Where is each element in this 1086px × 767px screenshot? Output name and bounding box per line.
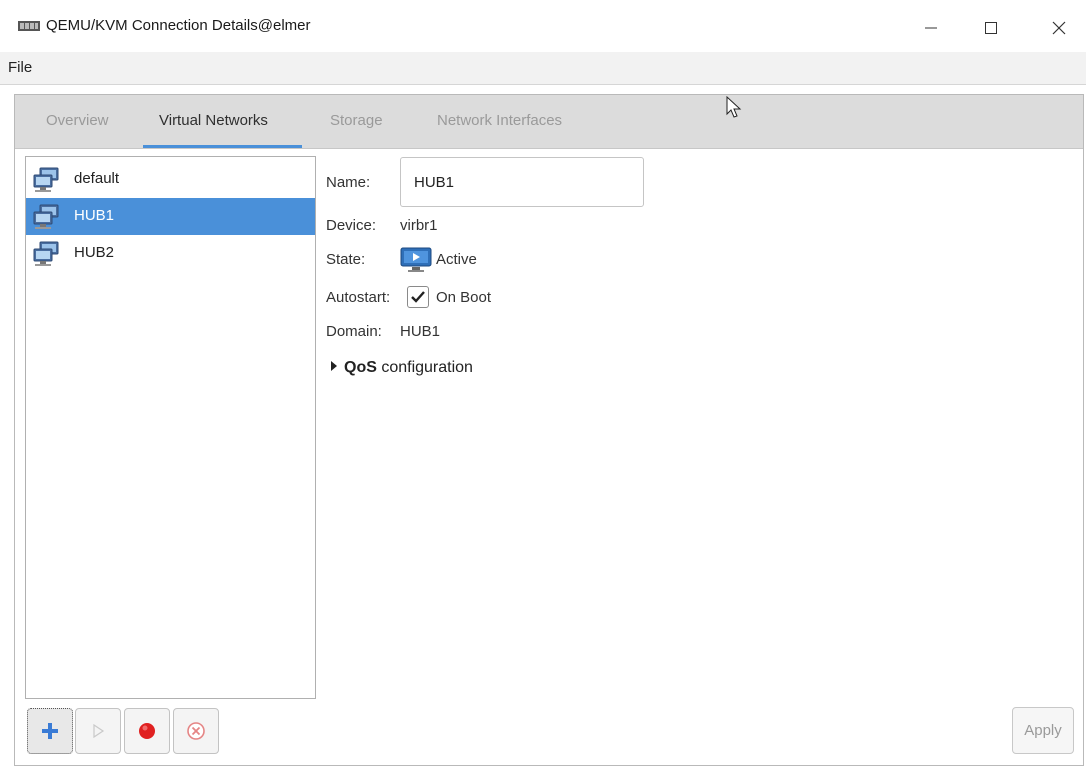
title-bar: QEMU/KVM Connection Details@elmer	[0, 0, 1086, 52]
add-icon	[42, 723, 58, 739]
qos-label-bold: QoS	[344, 359, 377, 376]
minimize-icon	[925, 27, 937, 29]
device-label: Device:	[326, 217, 377, 234]
maximize-button[interactable]	[968, 10, 1014, 46]
stop-network-button[interactable]	[124, 708, 170, 754]
domain-value: HUB1	[400, 323, 441, 340]
network-list-item-default[interactable]: default	[26, 161, 315, 198]
close-button[interactable]	[1036, 10, 1082, 46]
virt-manager-app-icon	[18, 21, 40, 31]
mouse-pointer-icon	[726, 96, 742, 118]
qos-label-rest: configuration	[376, 359, 473, 376]
qos-configuration-expander[interactable]: QoS configuration	[331, 359, 473, 377]
autostart-value: On Boot	[436, 289, 492, 306]
menu-bar: File	[0, 52, 1086, 85]
stop-record-icon	[139, 723, 155, 739]
autostart-checkbox[interactable]	[407, 286, 429, 308]
expander-arrow-icon	[331, 361, 337, 371]
state-running-icon	[400, 247, 432, 272]
network-list[interactable]: default HUB1 HUB2	[25, 156, 316, 699]
checkmark-icon	[411, 291, 425, 303]
apply-button[interactable]: Apply	[1012, 707, 1074, 754]
tab-network-interfaces[interactable]: Network Interfaces	[437, 112, 562, 129]
network-list-item-hub1[interactable]: HUB1	[26, 198, 315, 235]
delete-network-button[interactable]	[173, 708, 219, 754]
state-label: State:	[326, 251, 366, 268]
maximize-icon	[985, 22, 997, 34]
tab-virtual-networks[interactable]: Virtual Networks	[159, 112, 268, 129]
network-name: default	[74, 170, 120, 187]
name-field[interactable]	[400, 157, 644, 207]
active-tab-indicator	[143, 145, 302, 148]
name-label: Name:	[326, 174, 371, 191]
network-icon	[33, 204, 59, 229]
delete-icon	[187, 722, 205, 740]
minimize-button[interactable]	[908, 10, 954, 46]
menu-file[interactable]: File	[8, 59, 32, 76]
network-list-item-hub2[interactable]: HUB2	[26, 235, 315, 272]
connection-details-panel: Overview Virtual Networks Storage Networ…	[14, 94, 1084, 766]
start-network-button[interactable]	[75, 708, 121, 754]
domain-label: Domain:	[326, 323, 382, 340]
network-icon	[33, 241, 59, 266]
network-name: HUB2	[74, 244, 115, 261]
window-title: QEMU/KVM Connection Details@elmer	[46, 17, 311, 34]
network-icon	[33, 167, 59, 192]
device-value: virbr1	[400, 217, 438, 234]
close-icon	[1052, 21, 1066, 35]
play-icon	[93, 724, 105, 738]
state-value: Active	[436, 251, 477, 268]
network-name: HUB1	[74, 207, 115, 224]
add-network-button[interactable]	[27, 708, 73, 754]
tab-overview[interactable]: Overview	[46, 112, 109, 129]
tab-storage[interactable]: Storage	[330, 112, 383, 129]
tab-bar: Overview Virtual Networks Storage Networ…	[15, 95, 1083, 149]
autostart-label: Autostart:	[326, 289, 391, 306]
